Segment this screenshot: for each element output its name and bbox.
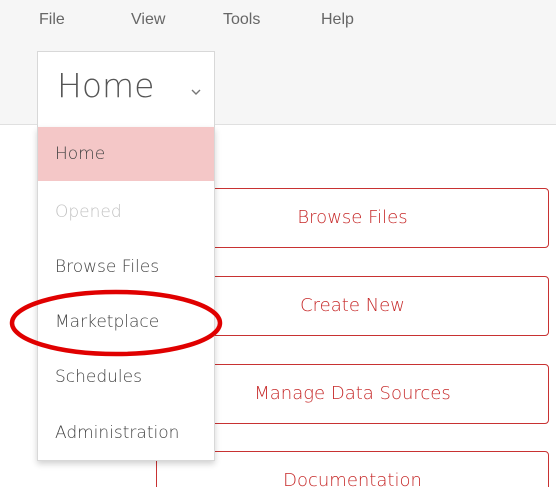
dropdown-item-schedules[interactable]: Schedules bbox=[38, 350, 214, 404]
dropdown-item-opened: Opened bbox=[55, 202, 122, 222]
app-window: File View Tools Help Browse Files Create… bbox=[0, 0, 556, 487]
chevron-down-icon bbox=[190, 84, 202, 95]
dropdown-item-marketplace[interactable]: Marketplace bbox=[38, 295, 214, 349]
perspective-dropdown-menu: Home Opened Browse Files Marketplace Sch… bbox=[37, 127, 215, 461]
dropdown-item-home[interactable]: Home bbox=[38, 127, 214, 181]
perspective-current-label: Home bbox=[57, 66, 155, 105]
menu-tools[interactable]: Tools bbox=[223, 11, 260, 29]
menu-bar: File View Tools Help bbox=[0, 0, 556, 48]
dropdown-item-administration[interactable]: Administration bbox=[38, 406, 214, 460]
dropdown-item-browse-files[interactable]: Browse Files bbox=[38, 240, 214, 294]
perspective-dropdown-trigger[interactable]: Home bbox=[37, 51, 215, 127]
menu-file[interactable]: File bbox=[39, 11, 65, 29]
menu-view[interactable]: View bbox=[131, 11, 165, 29]
menu-help[interactable]: Help bbox=[321, 11, 354, 29]
